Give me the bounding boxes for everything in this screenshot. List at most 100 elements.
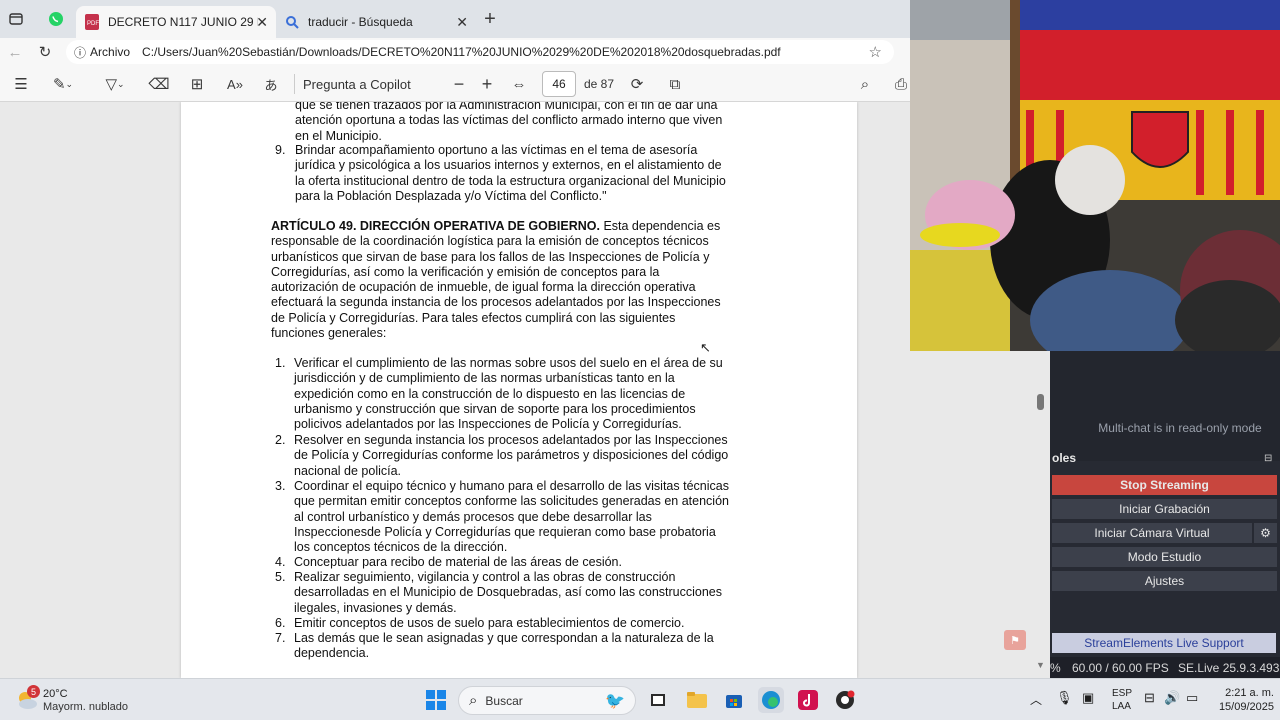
file-explorer-icon[interactable] — [684, 687, 710, 713]
text-line: urbanismo y construcción que sirvan de s… — [294, 401, 696, 416]
controls-header: oles — [1052, 451, 1077, 465]
print-icon[interactable]: ⎙ — [892, 75, 910, 93]
volume-icon[interactable]: 🔊 — [1164, 690, 1180, 706]
start-recording-button[interactable]: Iniciar Grabación — [1052, 499, 1277, 519]
text-line: Corregidurías, así como la verificación … — [271, 264, 660, 279]
translate-icon[interactable]: あ — [262, 75, 280, 93]
text-line: que permitan emitir conceptos conforme l… — [294, 494, 729, 509]
article-49: ARTÍCULO 49. DIRECCIÓN OPERATIVA DE GOBI… — [271, 219, 761, 341]
clock-time[interactable]: 2:21 a. m. — [1208, 687, 1274, 699]
obs-icon[interactable] — [832, 687, 858, 713]
tab-label: DECRETO N117 JUNIO 29 DE 201 — [108, 15, 258, 29]
virtual-camera-button[interactable]: Iniciar Cámara Virtual — [1052, 523, 1252, 543]
find-icon[interactable]: ⌕ — [856, 75, 874, 93]
chevron-up-icon[interactable]: ︿ — [1030, 691, 1042, 708]
zoom-out-icon[interactable]: − — [450, 74, 468, 94]
whatsapp-tab-icon[interactable] — [46, 10, 66, 28]
text-line: dependencia. — [294, 646, 370, 661]
edge-icon[interactable] — [758, 687, 784, 713]
back-icon[interactable]: ← — [6, 43, 24, 61]
article-title: ARTÍCULO 49. DIRECCIÓN OPERATIVA DE GOBI… — [271, 219, 600, 233]
scrollbar-thumb[interactable] — [1037, 394, 1044, 410]
text-line: en el Municipio. — [295, 128, 382, 143]
chat-area — [1050, 351, 1280, 461]
new-tab-button[interactable]: + — [480, 8, 500, 30]
webcam-image — [910, 0, 1280, 351]
refresh-icon[interactable]: ↻ — [36, 43, 54, 61]
gear-icon[interactable]: ⚙ — [1254, 523, 1277, 543]
lang-line1[interactable]: ESP — [1112, 688, 1132, 699]
draw-icon[interactable]: ▽ ⌄ — [98, 75, 132, 93]
search-placeholder: Buscar — [485, 693, 523, 708]
text-line: que se tienen trazados por la Administra… — [295, 102, 718, 112]
lang-line2[interactable]: LAA — [1112, 701, 1131, 712]
list-item-6: Emitir conceptos de usos de suelo para e… — [294, 616, 763, 631]
tab-search[interactable]: traducir - Búsqueda ✕ — [276, 6, 476, 38]
text-line: Brindar acompañamiento oportuno a las ví… — [295, 143, 698, 157]
address-url[interactable]: C:/Users/Juan%20Sebastián/Downloads/DECR… — [142, 45, 781, 59]
tab-actions-icon[interactable] — [6, 10, 26, 28]
scroll-down-icon[interactable]: ▼ — [1036, 660, 1045, 670]
weather-badge: 5 — [27, 685, 40, 698]
favorite-star-icon[interactable]: ☆ — [869, 43, 882, 61]
list-item-7: Las demás que le sean asignadas y que co… — [294, 631, 763, 662]
address-bar[interactable]: ⓘ Archivo C:/Users/Juan%20Sebastián/Down… — [66, 40, 894, 64]
store-icon[interactable] — [721, 687, 747, 713]
weather-desc[interactable]: Mayorm. nublado — [43, 701, 128, 713]
page-view-icon[interactable]: ⧉ — [666, 75, 684, 93]
read-aloud-icon[interactable]: A» — [226, 75, 244, 93]
pdf-page: que se tienen trazados por la Administra… — [181, 102, 857, 678]
battery-icon[interactable]: ▭ — [1186, 690, 1198, 706]
clock-date[interactable]: 15/09/2025 — [1208, 701, 1274, 713]
text-line: al control urbanístico y demás procesos … — [294, 509, 652, 524]
text-line: la oferta institucional dentro de toda l… — [295, 173, 726, 188]
close-tab-icon[interactable]: ✕ — [256, 14, 268, 31]
list-number: 6. — [275, 616, 286, 630]
acrobat-icon[interactable]: ⚑ — [1004, 630, 1026, 650]
text-line: nacional de policía. — [294, 463, 402, 478]
mouse-cursor-icon: ↖ — [700, 340, 711, 355]
list-number: 3. — [275, 479, 286, 493]
zoom-in-icon[interactable]: + — [478, 74, 496, 94]
page-number-input[interactable]: 46 — [542, 71, 576, 97]
tiktok-icon[interactable] — [795, 687, 821, 713]
text-line: atención oportuna a todas las víctimas d… — [295, 113, 723, 128]
text-line: policivos adelantados por las Inspeccion… — [294, 417, 682, 432]
task-view-icon[interactable] — [645, 687, 671, 713]
close-tab-icon[interactable]: ✕ — [456, 14, 468, 31]
browser-tab-bar: PDF DECRETO N117 JUNIO 29 DE 201 ✕ tradu… — [0, 0, 910, 38]
fit-page-icon[interactable]: ⇔ — [510, 75, 528, 93]
rotate-icon[interactable]: ⟳ — [628, 75, 646, 93]
microphone-icon[interactable]: 🎙 — [1056, 690, 1073, 706]
windows-start-icon[interactable] — [423, 687, 449, 713]
network-icon[interactable]: ⊟ — [1144, 690, 1155, 706]
highlight-icon[interactable]: ✎ ⌄ — [48, 75, 78, 93]
pdf-viewer[interactable]: que se tienen trazados por la Administra… — [0, 102, 1050, 678]
search-highlight-icon: 🐦 — [605, 692, 625, 710]
settings-button[interactable]: Ajustes — [1052, 571, 1277, 591]
multichat-notice: Multi-chat is in read-only mode — [1098, 421, 1262, 435]
screen-share-icon[interactable]: ▣ — [1082, 690, 1094, 706]
weather-temp[interactable]: 20°C — [43, 688, 68, 700]
text-line: funciones generales: — [271, 326, 387, 341]
list-number: 5. — [275, 570, 286, 584]
support-button[interactable]: StreamElements Live Support — [1052, 633, 1276, 653]
list-number: 2. — [275, 433, 286, 447]
paragraph-top: que se tienen trazados por la Administra… — [295, 102, 764, 144]
taskbar-search[interactable]: ⌕ Buscar 🐦 — [458, 686, 636, 715]
copilot-button[interactable]: Pregunta a Copilot — [303, 77, 411, 92]
contents-icon[interactable]: ☰ — [12, 75, 30, 93]
text-line: expedición como en la construcción de lo… — [294, 386, 686, 401]
text-line: de Policía y Corregidurías. Para tales e… — [271, 310, 676, 325]
list-item-2: Resolver en segunda instancia los proces… — [294, 433, 763, 479]
text-icon[interactable]: ⊞ — [188, 75, 206, 93]
address-bar-row: ← ↻ ⓘ Archivo C:/Users/Juan%20Sebastián/… — [0, 38, 910, 66]
studio-mode-button[interactable]: Modo Estudio — [1052, 547, 1277, 567]
tab-pdf[interactable]: PDF DECRETO N117 JUNIO 29 DE 201 ✕ — [76, 6, 276, 38]
dock-menu-icon[interactable]: ⊟ — [1264, 453, 1272, 464]
text-line: jurídica y psicológica a los usuarios in… — [295, 158, 722, 173]
eraser-icon[interactable]: ⌫ — [148, 75, 169, 93]
list-number: 9. — [275, 143, 286, 157]
list-number: 7. — [275, 631, 286, 645]
stop-streaming-button[interactable]: Stop Streaming — [1052, 475, 1277, 495]
